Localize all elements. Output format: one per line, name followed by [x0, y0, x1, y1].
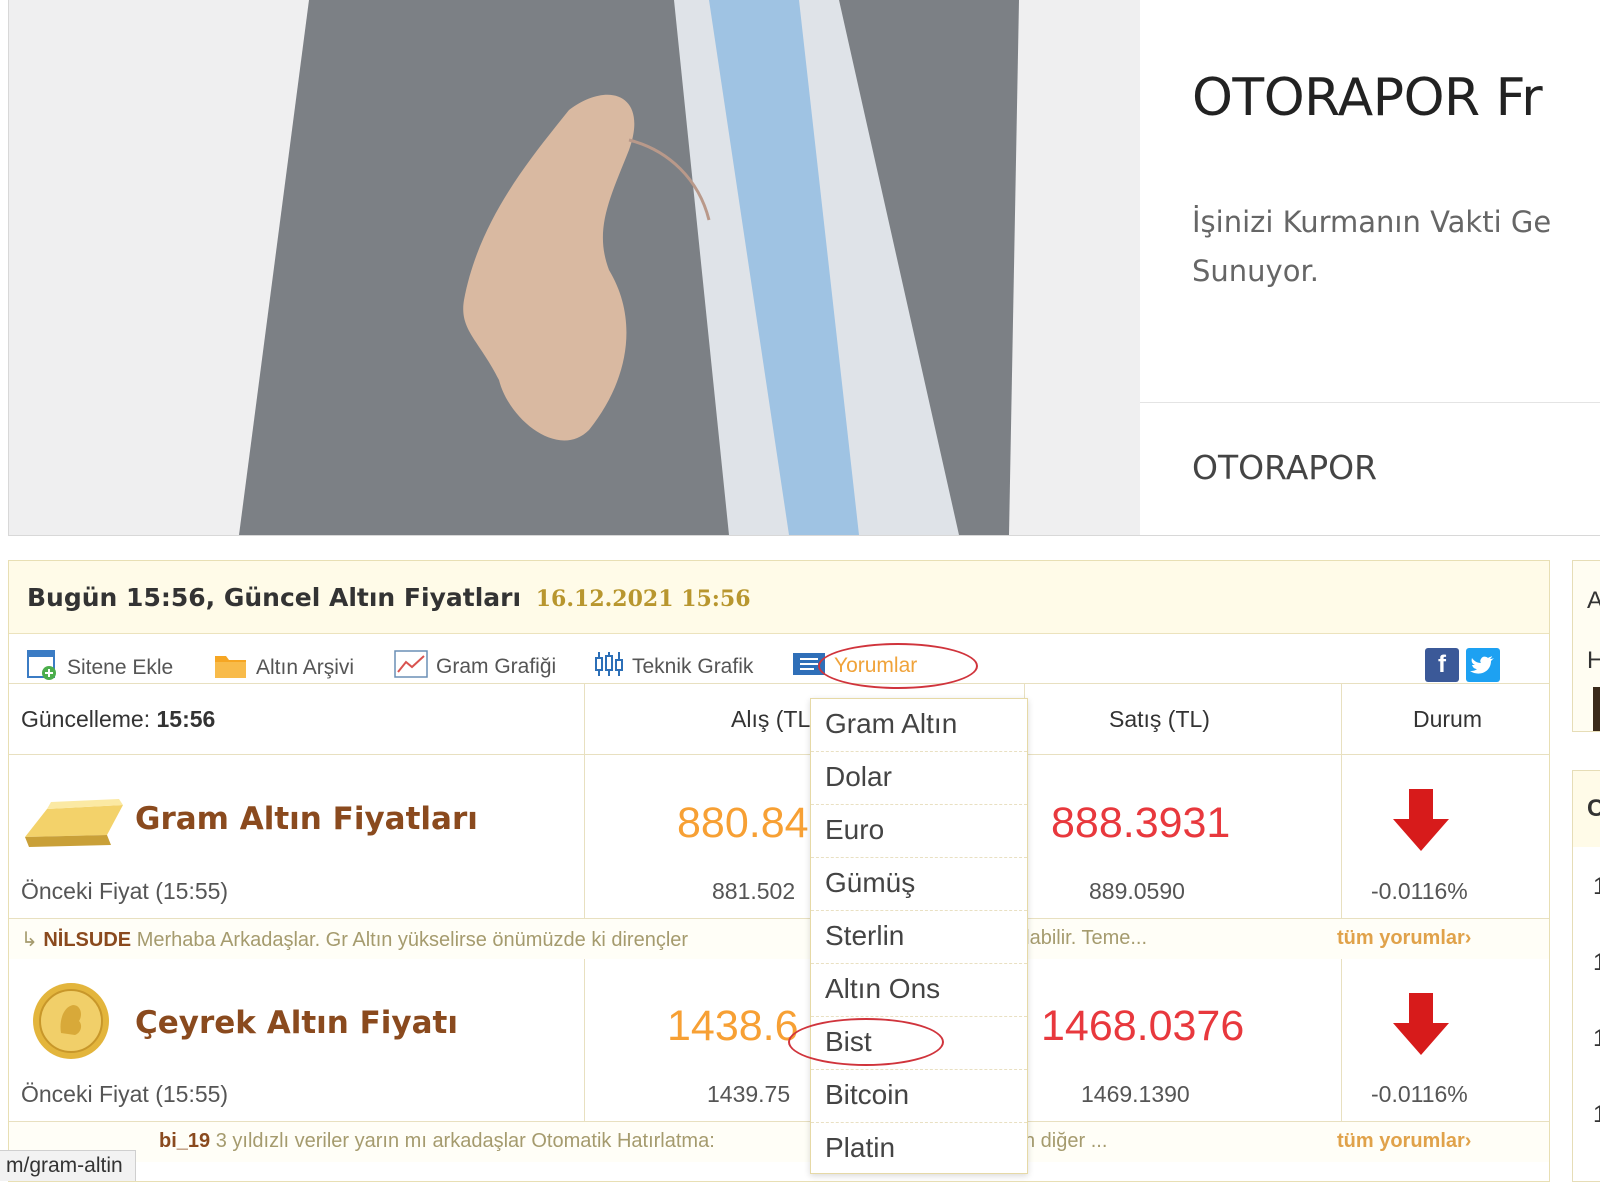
- menu-item-platin[interactable]: Platin: [811, 1123, 1027, 1175]
- widget-toolbar: Sitene Ekle Altın Arşivi Gram Grafiği Te…: [9, 634, 1549, 696]
- twitter-share-button[interactable]: [1466, 648, 1500, 682]
- side-row: 1: [1593, 873, 1600, 900]
- side-row: 1: [1593, 1101, 1600, 1128]
- side-label: H: [1587, 647, 1600, 674]
- gold-archive-button[interactable]: Altın Arşivi: [214, 650, 354, 686]
- ad-subtitle: İşinizi Kurmanın Vakti Ge Sunuyor.: [1192, 198, 1600, 296]
- col-divider: [584, 683, 585, 918]
- facebook-share-button[interactable]: f: [1425, 648, 1459, 682]
- comments-icon: [792, 650, 826, 682]
- prev-sell: 1469.1390: [1081, 1081, 1190, 1107]
- latest-comment[interactable]: bi_19 3 yıldızlı veriler yarın mı arkada…: [159, 1130, 715, 1153]
- side-thumbnail: [1593, 687, 1600, 731]
- ad-banner-text[interactable]: OTORAPOR Fr İşinizi Kurmanın Vakti Ge Su…: [1140, 0, 1600, 536]
- buy-price: 880.84: [677, 799, 809, 847]
- side-card-bottom: C 1 1 1 1: [1572, 770, 1600, 1182]
- ad-subtitle-line2: Sunuyor.: [1192, 254, 1319, 288]
- widget-header: Bugün 15:56, Güncel Altın Fiyatları 16.1…: [9, 561, 1549, 634]
- gold-archive-label: Altın Arşivi: [256, 656, 355, 679]
- all-comments-link[interactable]: tüm yorumlar›: [1337, 1130, 1471, 1153]
- folder-icon: [214, 650, 248, 686]
- prev-price-label: Önceki Fiyat (15:55): [21, 878, 229, 904]
- ad-title: OTORAPOR Fr: [1192, 68, 1543, 128]
- latest-comment[interactable]: ↳ NİLSUDE Merhaba Arkadaşlar. Gr Altın y…: [21, 927, 688, 952]
- table-top-border: [9, 683, 1549, 684]
- update-label: Güncelleme:: [21, 706, 151, 732]
- menu-item-altin-ons[interactable]: Altın Ons: [811, 964, 1027, 1017]
- side-label: A: [1587, 587, 1600, 614]
- side-card-top: A H: [1572, 560, 1600, 732]
- comment-row: ↳ NİLSUDE Merhaba Arkadaşlar. Gr Altın y…: [9, 919, 1549, 959]
- comment-tail: olabilir. Teme...: [1014, 927, 1148, 949]
- candlestick-icon: [594, 650, 624, 684]
- gold-prices-widget: Bugün 15:56, Güncel Altın Fiyatları 16.1…: [8, 560, 1550, 1182]
- menu-item-bist[interactable]: Bist: [811, 1017, 1027, 1070]
- change-percent: -0.0116%: [1371, 878, 1468, 904]
- side-title: C: [1587, 795, 1600, 822]
- row-name[interactable]: Çeyrek Altın Fiyatı: [135, 1005, 458, 1041]
- twitter-bird-icon: [1468, 656, 1498, 686]
- gold-bar-icon: [21, 789, 131, 859]
- gram-chart-button[interactable]: Gram Grafiği: [394, 650, 556, 684]
- down-arrow-icon: [1391, 787, 1451, 859]
- sell-price: 1468.0376: [1041, 1002, 1245, 1050]
- comment-user: NİLSUDE: [43, 929, 132, 951]
- col-divider: [1341, 958, 1342, 1121]
- prev-sell: 889.0590: [1089, 878, 1185, 904]
- sell-price: 888.3931: [1051, 799, 1231, 847]
- buy-header: Alış (TL): [731, 706, 818, 732]
- side-row: 1: [1593, 1025, 1600, 1052]
- gold-coin-icon: [31, 981, 111, 1067]
- buy-price: 1438.6: [667, 1002, 799, 1050]
- menu-item-gumus[interactable]: Gümüş: [811, 858, 1027, 911]
- menu-item-bitcoin[interactable]: Bitcoin: [811, 1070, 1027, 1123]
- col-divider: [584, 958, 585, 1121]
- prev-buy: 881.502: [712, 878, 796, 904]
- prev-buy: 1439.75: [707, 1081, 791, 1107]
- ad-divider: [1140, 402, 1600, 403]
- facebook-icon: f: [1438, 651, 1446, 678]
- menu-item-dolar[interactable]: Dolar: [811, 752, 1027, 805]
- comments-label: Yorumlar: [834, 654, 918, 677]
- header-row-border: [9, 754, 1549, 755]
- update-value: 15:56: [156, 706, 216, 732]
- side-row: 1: [1593, 949, 1600, 976]
- widget-date: 16.12.2021 15:56: [535, 586, 751, 612]
- line-chart-icon: [394, 650, 428, 684]
- status-bar-url: m/gram-altin: [0, 1150, 136, 1181]
- ad-subtitle-line1: İşinizi Kurmanın Vakti Ge: [1192, 205, 1552, 239]
- add-to-site-label: Sitene Ekle: [67, 656, 174, 679]
- menu-item-euro[interactable]: Euro: [811, 805, 1027, 858]
- all-comments-link[interactable]: tüm yorumlar›: [1337, 927, 1471, 950]
- menu-item-gram-altin[interactable]: Gram Altın: [811, 699, 1027, 752]
- ad-banner-image[interactable]: [8, 0, 1141, 536]
- comment-text: Merhaba Arkadaşlar. Gr Altın yükselirse …: [136, 929, 689, 951]
- comment-row: bi_19 3 yıldızlı veriler yarın mı arkada…: [9, 1122, 1549, 1162]
- add-page-icon: [27, 650, 59, 686]
- row-name[interactable]: Gram Altın Fiyatları: [135, 801, 478, 837]
- prev-price-label: Önceki Fiyat (15:55): [21, 1081, 229, 1107]
- update-time: Güncelleme: 15:56: [21, 706, 215, 733]
- gram-chart-label: Gram Grafiği: [436, 655, 557, 678]
- ad-brand: OTORAPOR: [1192, 448, 1378, 487]
- add-to-site-button[interactable]: Sitene Ekle: [27, 650, 173, 686]
- comment-tail: n diğer ...: [1024, 1130, 1108, 1152]
- status-header: Durum: [1413, 706, 1483, 732]
- change-percent: -0.0116%: [1371, 1081, 1468, 1107]
- down-arrow-icon: [1391, 991, 1451, 1063]
- comment-user: bi_19: [159, 1130, 211, 1152]
- technical-chart-button[interactable]: Teknik Grafik: [594, 650, 753, 684]
- col-divider: [1341, 683, 1342, 918]
- handshake-photo: [239, 0, 1019, 535]
- comment-text: 3 yıldızlı veriler yarın mı arkadaşlar O…: [215, 1130, 715, 1152]
- widget-title-text: Bugün 15:56, Güncel Altın Fiyatları: [27, 583, 522, 612]
- comments-button[interactable]: Yorumlar: [792, 650, 917, 682]
- technical-chart-label: Teknik Grafik: [632, 655, 754, 678]
- menu-item-sterlin[interactable]: Sterlin: [811, 911, 1027, 964]
- widget-title: Bugün 15:56, Güncel Altın Fiyatları 16.1…: [27, 583, 751, 612]
- sell-header: Satış (TL): [1109, 706, 1210, 732]
- comments-dropdown-menu: Gram Altın Dolar Euro Gümüş Sterlin Altı…: [810, 698, 1028, 1174]
